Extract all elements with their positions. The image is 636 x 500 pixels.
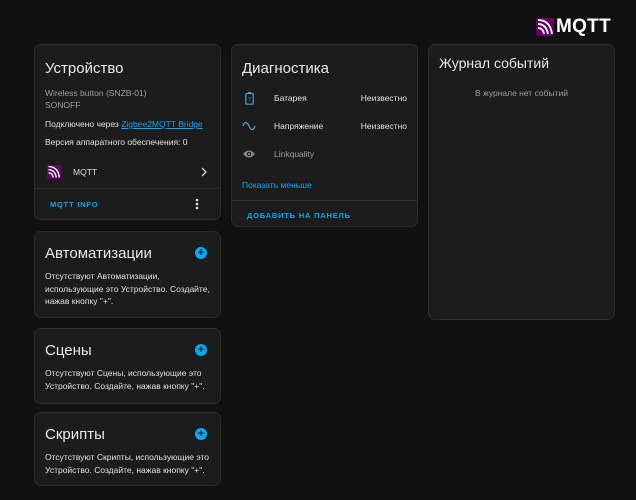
diagnostic-name: Linkquality [274,149,315,159]
device-manufacturer: SONOFF [45,100,81,110]
diagnostic-name: Напряжение [274,121,324,131]
chevron-right-icon [201,167,207,177]
plus-icon: + [197,427,205,440]
show-less-link[interactable]: Показать меньше [242,179,312,192]
mqtt-logo-icon [535,18,554,36]
diagnostic-value: Неизвестно [360,121,407,131]
scripts-card: Скрипты + Отсутствуют Скрипты, использую… [34,412,221,486]
add-to-dashboard-button[interactable]: ДОБАВИТЬ НА ПАНЕЛЬ [247,211,351,220]
integration-row[interactable]: MQTT [35,161,220,183]
diagnostic-row-voltage[interactable]: Напряжение Неизвестно [242,117,407,135]
logbook-title: Журнал событий [439,55,550,71]
add-script-button[interactable]: + [195,428,207,440]
device-firmware: Версия аппаратного обеспечения: 0 [45,137,188,147]
device-card: Устройство Wireless button (SNZB-01) SON… [34,44,221,220]
brand-name: MQTT [555,16,611,37]
eye-icon [242,147,256,161]
mqtt-integration-icon [47,165,61,179]
device-connected: Подключено через Zigbee2MQTT Bridge [45,118,203,131]
scripts-empty-text: Отсутствуют Скрипты, использующие это Ус… [45,452,209,475]
device-title: Устройство [45,60,124,77]
automations-empty-text: Отсутствуют Автоматизации, использующие … [45,271,210,306]
bridge-link[interactable]: Zigbee2MQTT Bridge [121,119,203,129]
device-card-divider [35,188,220,189]
scenes-card: Сцены + Отсутствуют Сцены, использующие … [34,328,221,404]
diagnostic-row-battery[interactable]: ? Батарея Неизвестно [242,89,407,107]
svg-text:?: ? [247,96,250,103]
scripts-title: Скрипты [45,426,105,443]
scenes-title: Сцены [45,342,92,359]
mqtt-brand-logo: MQTT [535,16,611,38]
add-scene-button[interactable]: + [195,344,207,356]
plus-icon: + [197,246,205,259]
scenes-empty-text: Отсутствуют Сцены, использующие это Устр… [45,368,205,391]
automations-card: Автоматизации + Отсутствуют Автоматизаци… [34,231,221,318]
automations-title: Автоматизации [45,245,152,262]
diagnostic-name: Батарея [274,93,307,103]
integration-label: MQTT [73,166,98,177]
plus-icon: + [197,343,205,356]
sine-wave-icon [242,119,256,133]
device-model: Wireless button (SNZB-01) [45,88,147,98]
logbook-card: Журнал событий В журнале нет событий [428,44,615,320]
mqtt-info-button[interactable]: MQTT INFO [50,200,98,209]
diagnostic-value: Неизвестно [360,93,407,103]
diagnostic-row-linkquality[interactable]: Linkquality [242,145,407,163]
connected-prefix: Подключено через [45,119,122,129]
battery-icon: ? [242,91,256,105]
diagnostics-card-divider [232,200,417,201]
logbook-empty-text: В журнале нет событий [475,88,568,98]
add-automation-button[interactable]: + [195,247,207,259]
more-vertical-icon[interactable] [195,198,199,210]
diagnostics-card: Диагностика ? Батарея Неизвестно Напряже… [231,44,418,227]
diagnostics-title: Диагностика [242,60,329,77]
